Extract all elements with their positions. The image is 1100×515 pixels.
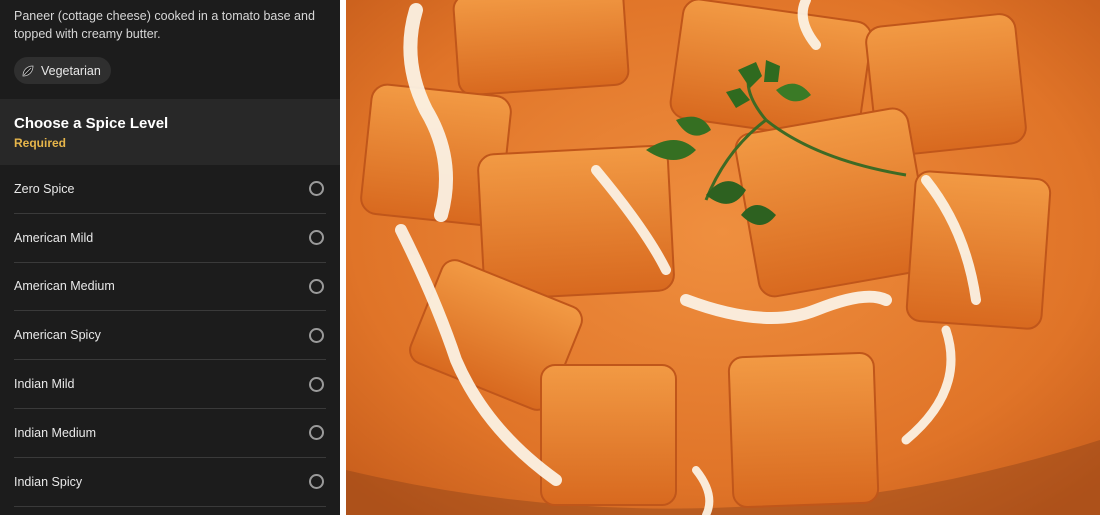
required-label: Required	[14, 136, 67, 150]
radio-button[interactable]	[309, 230, 324, 246]
radio-button[interactable]	[309, 278, 324, 294]
leaf-icon	[22, 65, 34, 76]
spice-option-american-medium[interactable]: American Medium	[14, 263, 326, 312]
option-label: American Spicy	[14, 328, 101, 343]
item-details-panel: Paneer (cottage cheese) cooked in a toma…	[0, 0, 340, 515]
option-label: Indian Mild	[14, 377, 75, 392]
vegetarian-badge: Vegetarian	[14, 57, 111, 84]
dish-photo	[346, 0, 1100, 515]
option-label: Indian Medium	[14, 425, 96, 440]
option-label: American Mild	[14, 230, 94, 245]
item-description: Paneer (cottage cheese) cooked in a toma…	[14, 9, 315, 41]
spice-level-title: Choose a Spice Level	[14, 115, 169, 132]
spice-option-american-spicy[interactable]: American Spicy	[14, 311, 326, 361]
radio-button[interactable]	[309, 327, 324, 343]
spice-level-header: Choose a Spice Level Required	[0, 99, 340, 165]
spice-option-indian-spicy[interactable]: Indian Spicy	[14, 458, 326, 507]
option-label: American Medium	[14, 279, 115, 294]
radio-button[interactable]	[309, 474, 324, 490]
radio-button[interactable]	[309, 181, 324, 197]
spice-option-american-mild[interactable]: American Mild	[14, 214, 326, 263]
spice-option-zero-spice[interactable]: Zero Spice	[14, 165, 326, 214]
radio-button[interactable]	[309, 425, 324, 441]
radio-button[interactable]	[309, 376, 324, 392]
spice-options-list: Zero Spice American Mild American Medium…	[0, 165, 340, 507]
option-label: Zero Spice	[14, 181, 75, 196]
paneer-butter-masala-image	[346, 0, 1100, 515]
spice-option-indian-medium[interactable]: Indian Medium	[14, 409, 326, 458]
option-label: Indian Spicy	[14, 474, 83, 489]
vegetarian-label: Vegetarian	[41, 63, 101, 78]
spice-option-indian-mild[interactable]: Indian Mild	[14, 360, 326, 409]
